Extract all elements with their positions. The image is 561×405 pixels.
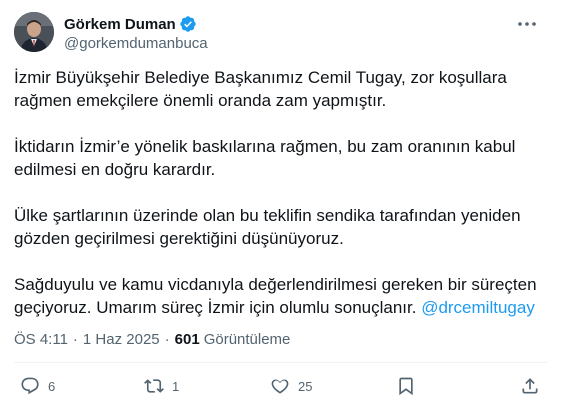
- mention-link[interactable]: @drcemiltugay: [421, 298, 535, 317]
- divider: [14, 362, 547, 363]
- tweet-time[interactable]: ÖS 4:11: [14, 331, 68, 348]
- meta-separator: ·: [72, 331, 78, 348]
- tweet-paragraph-last: Sağduyulu ve kamu vicdanıyla değerlendir…: [14, 273, 554, 319]
- views-label: Görüntüleme: [203, 331, 291, 348]
- tweet-paragraph: Ülke şartlarının üzerinde olan bu teklif…: [14, 206, 521, 248]
- like-count: 25: [298, 378, 313, 394]
- retweet-count: 1: [172, 378, 180, 394]
- avatar[interactable]: [14, 12, 54, 52]
- bookmark-button[interactable]: [396, 372, 416, 400]
- more-options-icon[interactable]: [513, 14, 541, 34]
- meta-separator: ·: [164, 331, 170, 348]
- like-button[interactable]: 25: [270, 372, 312, 400]
- action-bar: 6 1 25: [14, 372, 547, 400]
- reply-count: 6: [48, 378, 56, 394]
- share-button[interactable]: [520, 372, 540, 400]
- tweet-paragraph: İzmir Büyükşehir Belediye Başkanımız Cem…: [14, 68, 507, 110]
- tweet-text: İzmir Büyükşehir Belediye Başkanımız Cem…: [14, 66, 554, 342]
- views-count: 601: [174, 331, 200, 348]
- tweet-paragraph: İktidarın İzmir’e yönelik baskılarına ra…: [14, 137, 516, 179]
- retweet-button[interactable]: 1: [144, 372, 179, 400]
- reply-button[interactable]: 6: [20, 372, 55, 400]
- author-display-name[interactable]: Görkem Duman: [64, 16, 176, 33]
- share-icon: [522, 378, 538, 394]
- tweet-card: Görkem Duman @gorkemdumanbuca İzmir Büyü…: [0, 0, 561, 405]
- tweet-header: Görkem Duman @gorkemdumanbuca: [14, 12, 547, 56]
- heart-icon: [271, 379, 289, 394]
- retweet-icon: [144, 379, 164, 393]
- tweet-meta: ÖS 4:11 · 1 Haz 2025 · 601 Görüntüleme: [14, 331, 290, 348]
- tweet-date[interactable]: 1 Haz 2025: [83, 331, 160, 348]
- reply-icon: [21, 377, 39, 395]
- bookmark-icon: [399, 377, 413, 396]
- author-handle[interactable]: @gorkemdumanbuca: [64, 35, 208, 52]
- verified-badge-icon: [179, 15, 197, 33]
- author-names: Görkem Duman @gorkemdumanbuca: [64, 14, 208, 53]
